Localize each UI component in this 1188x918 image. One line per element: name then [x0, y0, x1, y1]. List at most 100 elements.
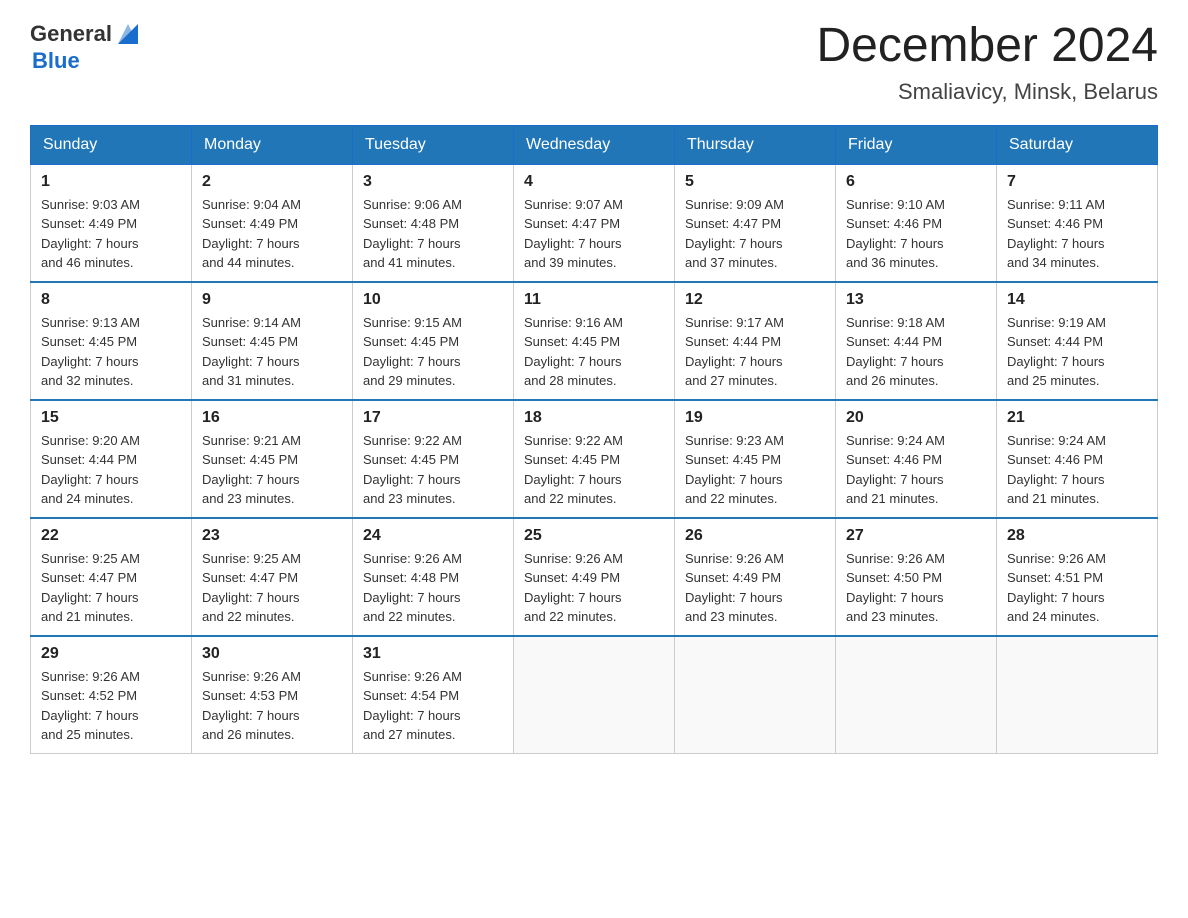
day-number: 4: [524, 173, 664, 191]
header-friday: Friday: [836, 125, 997, 164]
table-row: 8 Sunrise: 9:13 AMSunset: 4:45 PMDayligh…: [31, 282, 192, 400]
day-number: 25: [524, 527, 664, 545]
day-number: 9: [202, 291, 342, 309]
table-row: 31 Sunrise: 9:26 AMSunset: 4:54 PMDaylig…: [353, 636, 514, 754]
calendar-header-row: Sunday Monday Tuesday Wednesday Thursday…: [31, 125, 1158, 164]
day-info: Sunrise: 9:09 AMSunset: 4:47 PMDaylight:…: [685, 197, 784, 271]
table-row: 17 Sunrise: 9:22 AMSunset: 4:45 PMDaylig…: [353, 400, 514, 518]
day-number: 11: [524, 291, 664, 309]
day-number: 22: [41, 527, 181, 545]
day-info: Sunrise: 9:26 AMSunset: 4:50 PMDaylight:…: [846, 551, 945, 625]
day-info: Sunrise: 9:17 AMSunset: 4:44 PMDaylight:…: [685, 315, 784, 389]
day-number: 15: [41, 409, 181, 427]
table-row: 14 Sunrise: 9:19 AMSunset: 4:44 PMDaylig…: [997, 282, 1158, 400]
day-info: Sunrise: 9:04 AMSunset: 4:49 PMDaylight:…: [202, 197, 301, 271]
day-number: 10: [363, 291, 503, 309]
day-info: Sunrise: 9:25 AMSunset: 4:47 PMDaylight:…: [202, 551, 301, 625]
day-number: 27: [846, 527, 986, 545]
day-number: 30: [202, 645, 342, 663]
table-row: 2 Sunrise: 9:04 AMSunset: 4:49 PMDayligh…: [192, 164, 353, 282]
day-number: 21: [1007, 409, 1147, 427]
day-number: 5: [685, 173, 825, 191]
day-number: 13: [846, 291, 986, 309]
day-info: Sunrise: 9:26 AMSunset: 4:48 PMDaylight:…: [363, 551, 462, 625]
table-row: 9 Sunrise: 9:14 AMSunset: 4:45 PMDayligh…: [192, 282, 353, 400]
day-number: 20: [846, 409, 986, 427]
day-info: Sunrise: 9:20 AMSunset: 4:44 PMDaylight:…: [41, 433, 140, 507]
day-number: 19: [685, 409, 825, 427]
table-row: 20 Sunrise: 9:24 AMSunset: 4:46 PMDaylig…: [836, 400, 997, 518]
day-info: Sunrise: 9:14 AMSunset: 4:45 PMDaylight:…: [202, 315, 301, 389]
table-row: 15 Sunrise: 9:20 AMSunset: 4:44 PMDaylig…: [31, 400, 192, 518]
table-row: [997, 636, 1158, 754]
logo-icon: [114, 20, 142, 48]
table-row: 30 Sunrise: 9:26 AMSunset: 4:53 PMDaylig…: [192, 636, 353, 754]
day-info: Sunrise: 9:26 AMSunset: 4:54 PMDaylight:…: [363, 669, 462, 743]
day-info: Sunrise: 9:16 AMSunset: 4:45 PMDaylight:…: [524, 315, 623, 389]
table-row: [675, 636, 836, 754]
table-row: 28 Sunrise: 9:26 AMSunset: 4:51 PMDaylig…: [997, 518, 1158, 636]
table-row: 5 Sunrise: 9:09 AMSunset: 4:47 PMDayligh…: [675, 164, 836, 282]
day-info: Sunrise: 9:22 AMSunset: 4:45 PMDaylight:…: [524, 433, 623, 507]
day-info: Sunrise: 9:21 AMSunset: 4:45 PMDaylight:…: [202, 433, 301, 507]
header-saturday: Saturday: [997, 125, 1158, 164]
day-number: 26: [685, 527, 825, 545]
day-number: 2: [202, 173, 342, 191]
table-row: 3 Sunrise: 9:06 AMSunset: 4:48 PMDayligh…: [353, 164, 514, 282]
day-info: Sunrise: 9:15 AMSunset: 4:45 PMDaylight:…: [363, 315, 462, 389]
calendar-table: Sunday Monday Tuesday Wednesday Thursday…: [30, 125, 1158, 754]
day-info: Sunrise: 9:26 AMSunset: 4:52 PMDaylight:…: [41, 669, 140, 743]
title-area: December 2024 Smaliavicy, Minsk, Belarus: [816, 20, 1158, 105]
calendar-week-row: 1 Sunrise: 9:03 AMSunset: 4:49 PMDayligh…: [31, 164, 1158, 282]
day-number: 31: [363, 645, 503, 663]
day-info: Sunrise: 9:19 AMSunset: 4:44 PMDaylight:…: [1007, 315, 1106, 389]
day-number: 3: [363, 173, 503, 191]
table-row: 26 Sunrise: 9:26 AMSunset: 4:49 PMDaylig…: [675, 518, 836, 636]
day-info: Sunrise: 9:26 AMSunset: 4:49 PMDaylight:…: [685, 551, 784, 625]
table-row: 25 Sunrise: 9:26 AMSunset: 4:49 PMDaylig…: [514, 518, 675, 636]
day-info: Sunrise: 9:25 AMSunset: 4:47 PMDaylight:…: [41, 551, 140, 625]
day-number: 8: [41, 291, 181, 309]
day-info: Sunrise: 9:26 AMSunset: 4:51 PMDaylight:…: [1007, 551, 1106, 625]
table-row: 18 Sunrise: 9:22 AMSunset: 4:45 PMDaylig…: [514, 400, 675, 518]
day-number: 28: [1007, 527, 1147, 545]
table-row: 10 Sunrise: 9:15 AMSunset: 4:45 PMDaylig…: [353, 282, 514, 400]
table-row: 11 Sunrise: 9:16 AMSunset: 4:45 PMDaylig…: [514, 282, 675, 400]
day-info: Sunrise: 9:10 AMSunset: 4:46 PMDaylight:…: [846, 197, 945, 271]
day-number: 1: [41, 173, 181, 191]
table-row: 21 Sunrise: 9:24 AMSunset: 4:46 PMDaylig…: [997, 400, 1158, 518]
table-row: 1 Sunrise: 9:03 AMSunset: 4:49 PMDayligh…: [31, 164, 192, 282]
calendar-week-row: 22 Sunrise: 9:25 AMSunset: 4:47 PMDaylig…: [31, 518, 1158, 636]
day-info: Sunrise: 9:23 AMSunset: 4:45 PMDaylight:…: [685, 433, 784, 507]
calendar-week-row: 15 Sunrise: 9:20 AMSunset: 4:44 PMDaylig…: [31, 400, 1158, 518]
header-monday: Monday: [192, 125, 353, 164]
day-info: Sunrise: 9:03 AMSunset: 4:49 PMDaylight:…: [41, 197, 140, 271]
day-info: Sunrise: 9:22 AMSunset: 4:45 PMDaylight:…: [363, 433, 462, 507]
table-row: [836, 636, 997, 754]
page-header: General Blue December 2024 Smaliavicy, M…: [30, 20, 1158, 105]
day-number: 14: [1007, 291, 1147, 309]
calendar-week-row: 29 Sunrise: 9:26 AMSunset: 4:52 PMDaylig…: [31, 636, 1158, 754]
logo-general: General: [30, 21, 112, 47]
day-number: 29: [41, 645, 181, 663]
table-row: 13 Sunrise: 9:18 AMSunset: 4:44 PMDaylig…: [836, 282, 997, 400]
day-info: Sunrise: 9:26 AMSunset: 4:53 PMDaylight:…: [202, 669, 301, 743]
table-row: 27 Sunrise: 9:26 AMSunset: 4:50 PMDaylig…: [836, 518, 997, 636]
logo-blue: Blue: [30, 48, 142, 74]
logo: General Blue: [30, 20, 142, 74]
day-info: Sunrise: 9:24 AMSunset: 4:46 PMDaylight:…: [1007, 433, 1106, 507]
day-number: 7: [1007, 173, 1147, 191]
day-info: Sunrise: 9:18 AMSunset: 4:44 PMDaylight:…: [846, 315, 945, 389]
table-row: 22 Sunrise: 9:25 AMSunset: 4:47 PMDaylig…: [31, 518, 192, 636]
header-sunday: Sunday: [31, 125, 192, 164]
table-row: 4 Sunrise: 9:07 AMSunset: 4:47 PMDayligh…: [514, 164, 675, 282]
day-info: Sunrise: 9:24 AMSunset: 4:46 PMDaylight:…: [846, 433, 945, 507]
table-row: [514, 636, 675, 754]
day-number: 23: [202, 527, 342, 545]
table-row: 19 Sunrise: 9:23 AMSunset: 4:45 PMDaylig…: [675, 400, 836, 518]
day-info: Sunrise: 9:13 AMSunset: 4:45 PMDaylight:…: [41, 315, 140, 389]
table-row: 12 Sunrise: 9:17 AMSunset: 4:44 PMDaylig…: [675, 282, 836, 400]
table-row: 23 Sunrise: 9:25 AMSunset: 4:47 PMDaylig…: [192, 518, 353, 636]
header-wednesday: Wednesday: [514, 125, 675, 164]
day-number: 18: [524, 409, 664, 427]
